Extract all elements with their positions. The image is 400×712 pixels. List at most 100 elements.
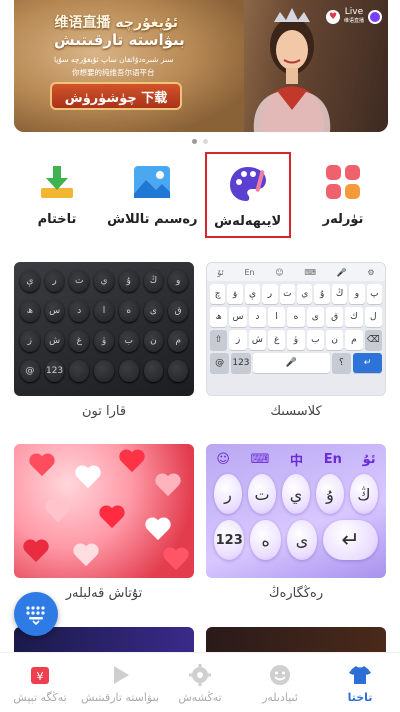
key: و <box>349 284 365 304</box>
heart-icon <box>154 474 182 500</box>
shift-key: ⇧ <box>210 330 228 350</box>
nav-item-settings[interactable]: تەڭشەش <box>160 663 240 704</box>
skin-card-hearts[interactable]: تۇتاش قەلبلەر <box>14 444 194 601</box>
skin-card-black[interactable]: ې ر ت ي ۇ ڭ و ھ س د ا ە ى ق ز ش غ ۈ ب ن … <box>14 262 194 419</box>
key: ې <box>20 270 40 292</box>
image-icon <box>134 166 171 198</box>
toolbar-key: 中 <box>290 453 304 469</box>
key: ي <box>282 474 310 514</box>
keyboard-icon <box>26 606 45 625</box>
category-types[interactable]: تۈرلەر <box>300 152 386 238</box>
key: ب <box>118 330 139 352</box>
key: ز <box>20 330 40 352</box>
key: ۈ <box>94 330 114 352</box>
toolbar-key: 🎤 <box>336 267 347 277</box>
category-my-keyboard[interactable]: تاختام <box>14 152 100 238</box>
banner-title-2: بىۋاستە تارقىتىش <box>54 31 185 49</box>
skin-name: كلاسسىك <box>270 404 322 419</box>
key: ي <box>94 270 114 292</box>
key: ۈ <box>287 330 305 350</box>
category-pick-image[interactable]: رەسىم تاللاش <box>107 152 198 238</box>
nav-item-emoji[interactable]: ئىپادىلەر <box>240 663 320 704</box>
nav-item-keyboard[interactable]: تاختا <box>320 663 400 704</box>
key: ر <box>262 284 278 304</box>
carousel-dot <box>192 139 197 144</box>
key: ى <box>143 300 164 322</box>
live-badge: ♥ Live 维语直播 <box>325 8 382 26</box>
key: ۇ <box>118 270 139 292</box>
key: @ <box>210 353 230 373</box>
key: ش <box>44 330 65 352</box>
skin-card-classic[interactable]: ئۇ En ☺ ⌨ 🎤 ⚙ چ ۋ ې ر ت ي ۇ ڭ و پ ھ س د … <box>206 262 386 419</box>
nav-label: بىۋاستە تارقىتىش <box>80 691 159 704</box>
key: ق <box>168 300 189 322</box>
key: ۇ <box>314 284 330 304</box>
play-icon <box>108 663 132 687</box>
gear-icon <box>188 663 212 687</box>
key: ي <box>297 284 313 304</box>
key: ۋ <box>227 284 243 304</box>
category-label: لايىھەلەش <box>214 214 282 229</box>
toolbar-key: ⚙ <box>367 267 375 277</box>
toolbar-key: ☺ <box>216 451 230 467</box>
key: پ <box>366 284 383 304</box>
gift-icon: ¥ <box>28 663 52 687</box>
keyboard-fab-button[interactable] <box>14 592 58 636</box>
enter-key: ↵ <box>323 520 379 560</box>
key: ې <box>244 284 261 304</box>
key: چ <box>210 284 226 304</box>
skin-card-colorful[interactable]: ☺ ⌨ 中 En ئۇ ر ت ي ۇ ڭ 123 ە ى ↵ رەڭگارەڭ <box>206 444 386 601</box>
heart-icon <box>162 548 190 574</box>
key: ل <box>364 307 382 327</box>
nav-label: ئىپادىلەر <box>262 691 298 704</box>
key: ن <box>325 330 344 350</box>
skin-thumbnail <box>14 444 194 578</box>
backspace-key: ⌫ <box>364 330 382 350</box>
key: ز <box>229 330 247 350</box>
key <box>143 360 164 382</box>
nav-item-live[interactable]: بىۋاستە تارقىتىش <box>80 663 160 704</box>
key: 123 <box>214 520 245 560</box>
key: ر <box>44 270 65 292</box>
heart-icon <box>22 540 50 566</box>
heart-icon <box>28 454 56 480</box>
key: ە <box>250 520 281 560</box>
key: د <box>69 300 90 322</box>
key: ڭ <box>350 474 378 514</box>
banner-subtitle-1: سىز شىرەدۇاتقان ساپ ئۇيغۇرچە سۇپا <box>54 55 174 64</box>
key <box>168 360 189 382</box>
key: ا <box>267 307 286 327</box>
promo-banner[interactable]: 维语直播 ئۇيغۇرچە بىۋاستە تارقىتىش سىز شىرەد… <box>14 0 388 132</box>
skin-name: قارا تون <box>81 404 127 419</box>
key: ش <box>248 330 266 350</box>
svg-text:¥: ¥ <box>37 670 44 683</box>
skin-thumbnail: ☺ ⌨ 中 En ئۇ ر ت ي ۇ ڭ 123 ە ى ↵ <box>206 444 386 578</box>
heart-icon <box>118 450 146 476</box>
key: ى <box>286 520 318 560</box>
key: ڭ <box>331 284 348 304</box>
toolbar-key: ئۇ <box>217 267 224 277</box>
key: ە <box>118 300 139 322</box>
skin-name: رەڭگارەڭ <box>268 586 324 601</box>
emoji-icon <box>268 663 292 687</box>
key: ۇ <box>316 474 344 514</box>
nav-label: تەڭگە تېپش <box>13 691 67 704</box>
banner-title-1: 维语直播 ئۇيغۇرچە <box>54 15 179 31</box>
banner-subtitle-2: 你想要的纯维吾尔语平台 <box>72 68 155 77</box>
enter-key: ↵ <box>353 353 382 373</box>
key: ب <box>306 330 324 350</box>
key: د <box>248 307 266 327</box>
live-logo-icon <box>368 10 382 24</box>
heart-icon: ♥ <box>325 10 340 24</box>
nav-label: تەڭشەش <box>178 691 222 704</box>
bottom-navigation: ¥ تەڭگە تېپش بىۋاستە تارقىتىش تەڭشەش ئىپ… <box>0 652 400 712</box>
download-icon <box>41 166 73 198</box>
nav-item-coins[interactable]: ¥ تەڭگە تېپش <box>0 663 80 704</box>
category-design[interactable]: لايىھەلەش <box>204 152 291 238</box>
banner-download-button[interactable]: چۈشۈرۈش 下载 <box>50 82 182 110</box>
key: ك <box>345 307 363 327</box>
heart-icon <box>98 506 126 532</box>
carousel-dot <box>203 139 208 144</box>
key: ت <box>69 270 90 292</box>
key: و <box>168 270 189 292</box>
